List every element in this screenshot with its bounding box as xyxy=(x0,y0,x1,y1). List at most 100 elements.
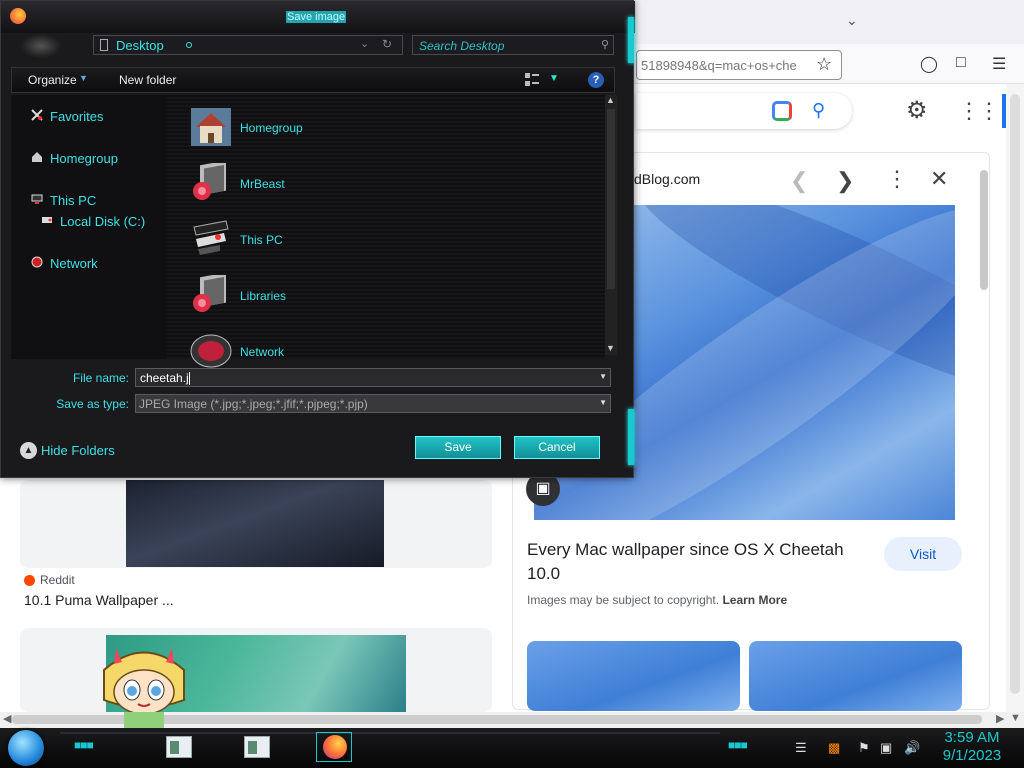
result-source[interactable]: Reddit xyxy=(40,573,75,587)
taskbar-accent-chevrons: ■■■ xyxy=(74,738,94,752)
save-as-type-label: Save as type: xyxy=(56,397,129,411)
result-image[interactable] xyxy=(126,480,384,567)
chevron-down-icon[interactable]: ▼ xyxy=(599,398,607,407)
taskbar-app-explorer[interactable] xyxy=(164,734,194,760)
search-input[interactable]: Search Desktop ⚲ xyxy=(412,35,614,55)
search-icon[interactable]: ⚲ xyxy=(812,100,825,121)
visit-button[interactable]: Visit xyxy=(884,537,962,571)
save-button[interactable]: Save xyxy=(415,436,501,459)
chevron-down-icon[interactable]: ⌄ xyxy=(360,37,369,50)
scroll-down-icon[interactable]: ▼ xyxy=(606,343,615,353)
nav-favorites[interactable]: Favorites xyxy=(50,109,103,124)
new-folder-button[interactable]: New folder xyxy=(119,73,176,87)
item-label[interactable]: MrBeast xyxy=(240,177,285,191)
refresh-icon[interactable]: ↻ xyxy=(382,37,392,51)
copyright-text: Images may be subject to copyright. xyxy=(527,593,720,607)
theme-accent xyxy=(628,17,634,63)
nav-homegroup[interactable]: Homegroup xyxy=(50,151,118,166)
taskbar-accent-chevrons: ■■■ xyxy=(728,738,748,752)
tab-list-chevron-icon[interactable]: ⌄ xyxy=(846,12,858,29)
help-icon[interactable]: ? xyxy=(588,72,604,88)
chevron-right-icon[interactable]: ❯ xyxy=(836,168,854,194)
back-forward-orb-icon[interactable] xyxy=(21,34,61,58)
learn-more-link[interactable]: Learn More xyxy=(722,593,787,607)
related-image[interactable] xyxy=(527,641,740,711)
view-options-icon[interactable] xyxy=(525,73,539,87)
start-button[interactable] xyxy=(8,730,44,766)
preview-site-name[interactable]: dBlog.com xyxy=(634,171,700,187)
computer-icon xyxy=(31,194,43,204)
taskbar-app-explorer[interactable] xyxy=(242,734,272,760)
firefox-icon xyxy=(323,735,347,759)
google-lens-icon[interactable] xyxy=(772,101,792,121)
preview-title[interactable]: Every Mac wallpaper since OS X Cheetah 1… xyxy=(527,538,867,586)
breadcrumb-arrow-icon[interactable] xyxy=(186,42,192,48)
organize-button[interactable]: Organize xyxy=(28,73,77,87)
taskbar-app-firefox[interactable] xyxy=(316,732,352,762)
hide-folders-button[interactable]: Hide Folders xyxy=(41,443,115,458)
result-title[interactable]: 10.1 Puma Wallpaper ... xyxy=(24,592,174,608)
item-label[interactable]: Homegroup xyxy=(240,121,303,135)
menu-icon[interactable]: ☰ xyxy=(992,54,1006,74)
homegroup-folder-icon[interactable] xyxy=(190,107,232,147)
close-icon[interactable]: ✕ xyxy=(930,166,948,192)
search-icon[interactable]: ⚲ xyxy=(601,38,609,51)
item-label[interactable]: Libraries xyxy=(240,289,286,303)
file-list-scrollbar-thumb[interactable] xyxy=(607,109,615,289)
address-bar[interactable]: Desktop ⌄ ↻ xyxy=(93,35,403,55)
chevron-left-icon[interactable]: ❮ xyxy=(790,168,808,194)
theme-accent xyxy=(628,409,634,465)
clock-time[interactable]: 3:59 AM xyxy=(940,729,1004,746)
copyright-notice: Images may be subject to copyright. Lear… xyxy=(527,593,787,607)
flag-icon[interactable]: ⚑ xyxy=(858,740,870,756)
show-hidden-icons-icon[interactable]: ☰ xyxy=(795,740,807,756)
extensions-icon[interactable]: □ xyxy=(956,54,966,72)
user-folder-icon[interactable] xyxy=(190,163,232,203)
file-name-value: cheetah.j xyxy=(140,371,190,386)
network-tray-icon[interactable]: ▣ xyxy=(880,740,892,756)
related-image[interactable] xyxy=(749,641,962,711)
file-list-scrollbar[interactable]: ▲ ▼ xyxy=(605,95,617,355)
folder-icon xyxy=(100,39,108,51)
view-dropdown-icon[interactable]: ▼ xyxy=(549,73,559,84)
reddit-icon xyxy=(24,575,35,586)
item-label[interactable]: Network xyxy=(240,345,284,359)
bookmark-star-icon[interactable]: ☆ xyxy=(816,54,832,75)
item-label[interactable]: This PC xyxy=(240,233,283,247)
this-pc-icon[interactable] xyxy=(190,219,232,259)
pocket-icon[interactable]: ◯ xyxy=(920,54,938,74)
gear-icon[interactable]: ⚙ xyxy=(906,96,928,125)
taskbar xyxy=(0,728,1024,768)
scroll-down-icon[interactable]: ▼ xyxy=(1010,712,1021,724)
homegroup-icon xyxy=(32,152,42,162)
libraries-icon[interactable] xyxy=(190,275,232,315)
tray-app-icon[interactable]: ▩ xyxy=(828,740,840,756)
scroll-up-icon[interactable]: ▲ xyxy=(606,95,615,105)
network-folder-icon[interactable] xyxy=(190,331,232,371)
scroll-right-icon[interactable]: ▶ xyxy=(996,712,1004,725)
save-as-type-select[interactable]: JPEG Image (*.jpg;*.jpeg;*.jfif;*.pjpeg;… xyxy=(135,394,611,413)
file-name-input[interactable]: cheetah.j ▼ xyxy=(135,368,611,387)
more-options-icon[interactable]: ⋮ xyxy=(886,166,908,192)
address-text[interactable]: Desktop xyxy=(116,38,164,53)
nav-local-disk[interactable]: Local Disk (C:) xyxy=(60,214,145,229)
cancel-button[interactable]: Cancel xyxy=(514,436,600,459)
page-scrollbar[interactable] xyxy=(1006,84,1024,712)
chevron-up-icon[interactable]: ▲ xyxy=(20,442,37,459)
volume-icon[interactable]: 🔊 xyxy=(904,740,920,756)
file-list xyxy=(167,95,605,359)
screen: ⌄ 51898948&q=mac+os+che ☆ ◯ □ ☰ ⚲ ⚙ ⋮⋮⋮ … xyxy=(0,0,1024,768)
scroll-left-icon[interactable]: ◀ xyxy=(3,712,11,725)
url-bar[interactable]: 51898948&q=mac+os+che xyxy=(636,50,842,80)
dialog-title: Save image xyxy=(286,11,347,23)
search-placeholder: Search Desktop xyxy=(419,39,505,53)
nav-this-pc[interactable]: This PC xyxy=(50,193,96,208)
preview-scrollbar[interactable] xyxy=(978,152,990,710)
page-scrollbar-thumb[interactable] xyxy=(1010,94,1020,694)
nav-network[interactable]: Network xyxy=(50,256,98,271)
favorites-icon xyxy=(31,109,43,121)
chevron-down-icon[interactable]: ▼ xyxy=(599,372,607,381)
chevron-down-icon[interactable]: ▼ xyxy=(79,73,88,83)
disk-icon xyxy=(42,217,52,223)
clock-date[interactable]: 9/1/2023 xyxy=(940,747,1004,764)
